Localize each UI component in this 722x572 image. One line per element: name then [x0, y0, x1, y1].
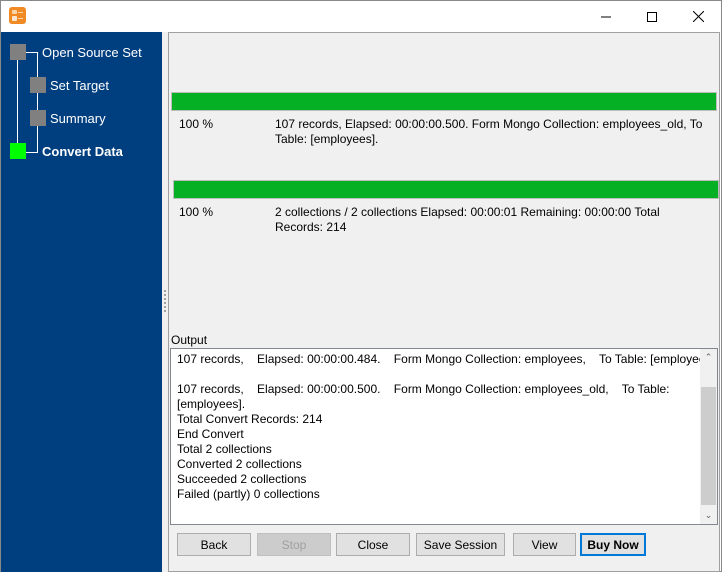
buy-now-button[interactable]: Buy Now	[580, 533, 646, 556]
output-line: Succeeded 2 collections	[177, 472, 307, 486]
close-window-button[interactable]	[675, 1, 721, 32]
output-line: Total 2 collections	[177, 442, 272, 456]
table-progress-text: 107 records, Elapsed: 00:00:00.500. Form…	[275, 117, 703, 146]
step-node-open-source-set	[10, 44, 26, 60]
minimize-button[interactable]	[583, 1, 629, 32]
step-label-open-source-set: Open Source Set	[42, 45, 142, 60]
title-bar	[1, 1, 721, 32]
output-line: Failed (partly) 0 collections	[177, 487, 320, 501]
back-button[interactable]: Back	[177, 533, 251, 556]
close-icon	[692, 11, 704, 22]
output-line: 107 records, Elapsed: 00:00:00.500. Form…	[177, 382, 670, 396]
convert-panel: 100 % 107 records, Elapsed: 00:00:00.500…	[168, 32, 720, 572]
step-label-set-target: Set Target	[50, 78, 110, 93]
tree-line	[37, 52, 38, 152]
view-button[interactable]: View	[513, 533, 576, 556]
output-line: End Convert	[177, 427, 244, 441]
tree-line	[25, 152, 38, 153]
total-progress-percent: 100 %	[179, 205, 214, 219]
step-label-convert-data: Convert Data	[42, 144, 123, 159]
minimize-icon	[601, 16, 611, 17]
step-node-convert-data	[10, 143, 26, 159]
step-node-summary	[30, 110, 46, 126]
step-node-set-target	[30, 77, 46, 93]
output-line: [employees].	[177, 397, 246, 411]
table-progress-percent: 100 %	[179, 117, 214, 131]
output-label: Output	[171, 333, 208, 347]
output-scrollbar[interactable]: ⌃ ⌄	[700, 349, 717, 524]
scroll-down-arrow-icon[interactable]: ⌄	[700, 507, 717, 524]
save-session-button[interactable]: Save Session	[416, 533, 505, 556]
step-label-summary: Summary	[50, 111, 106, 126]
scroll-thumb[interactable]	[701, 387, 716, 505]
maximize-icon	[647, 11, 657, 22]
wizard-steps-sidebar: Open Source Set Set Target Summary Conve…	[1, 32, 162, 572]
output-line: Total Convert Records: 214	[177, 412, 323, 426]
total-progress-bar	[173, 180, 719, 199]
output-line: Converted 2 collections	[177, 457, 302, 471]
scroll-up-arrow-icon[interactable]: ⌃	[700, 349, 717, 366]
app-logo-icon	[9, 7, 26, 24]
stop-button[interactable]: Stop	[257, 533, 331, 556]
total-progress-text: 2 collections / 2 collections Elapsed: 0…	[275, 205, 660, 234]
output-line: 107 records, Elapsed: 00:00:00.484. Form…	[177, 352, 718, 366]
app-window: Open Source Set Set Target Summary Conve…	[0, 0, 722, 572]
close-button[interactable]: Close	[336, 533, 410, 556]
output-log[interactable]: 107 records, Elapsed: 00:00:00.484. Form…	[170, 348, 718, 525]
tree-line	[17, 52, 18, 152]
maximize-button[interactable]	[629, 1, 675, 32]
table-progress-bar	[171, 92, 717, 111]
